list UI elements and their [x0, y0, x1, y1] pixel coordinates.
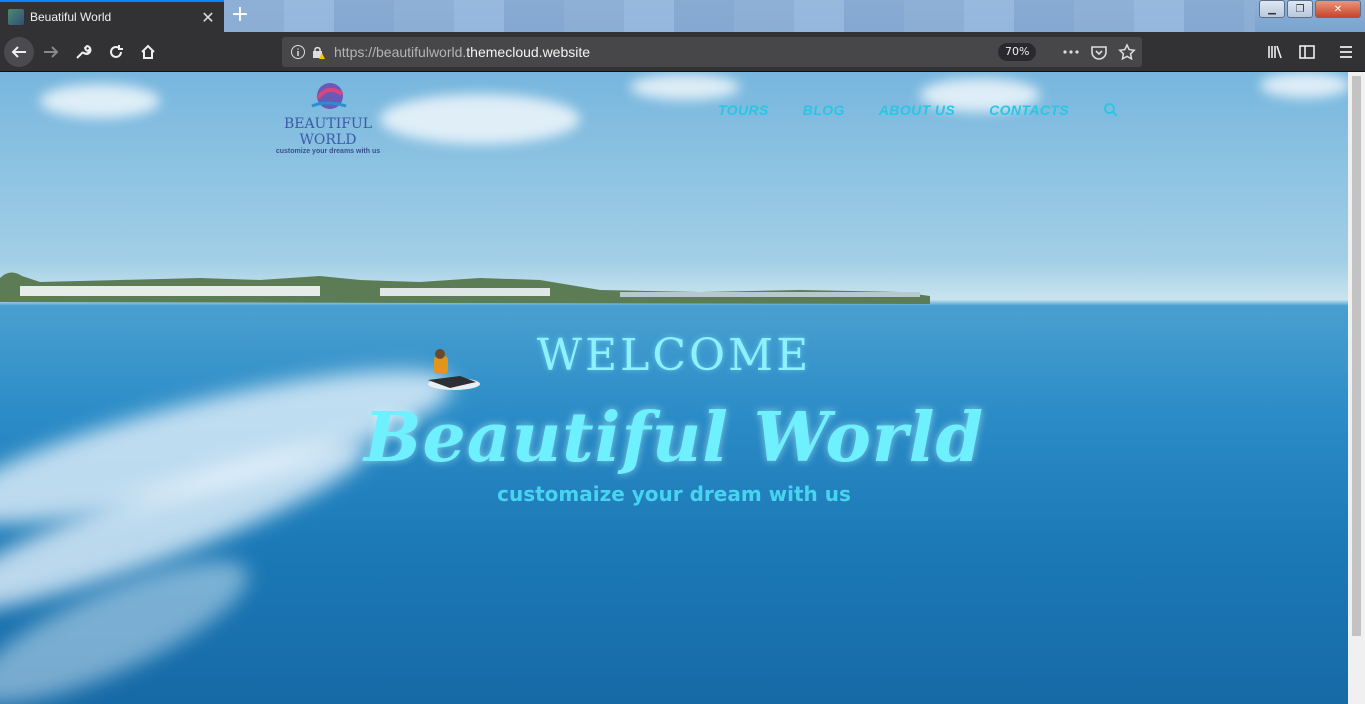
- menu-item-blog[interactable]: BLOG: [803, 102, 845, 118]
- restore-button[interactable]: ❐: [1287, 0, 1313, 18]
- search-icon[interactable]: [1103, 102, 1119, 118]
- back-icon: [11, 46, 26, 58]
- shoreline: [0, 272, 930, 304]
- tab-title: Beuatiful World: [30, 10, 112, 24]
- menu-button[interactable]: [1331, 37, 1361, 67]
- scrollbar-thumb[interactable]: [1352, 76, 1361, 636]
- favicon: [8, 9, 24, 25]
- home-button[interactable]: [133, 37, 163, 67]
- window-controls: ▁ ❐ ✕: [1259, 0, 1361, 18]
- main-menu: TOURS BLOG ABOUT US CONTACTS: [718, 102, 1119, 118]
- hero-section: BEAUTIFUL WORLD customize your dreams wi…: [0, 72, 1348, 704]
- nav-toolbar: https://beautifulworld.themecloud.websit…: [0, 32, 1365, 72]
- close-tab-icon[interactable]: ✕: [200, 8, 216, 27]
- active-tab[interactable]: Beuatiful World ✕: [0, 0, 224, 32]
- library-icon: [1268, 45, 1282, 59]
- reload-button[interactable]: [101, 37, 131, 67]
- globe-logo-icon: [311, 83, 347, 109]
- zoom-indicator[interactable]: 70%: [998, 43, 1037, 61]
- customize-button[interactable]: [68, 37, 98, 67]
- hero-tagline: customaize your dream with us: [497, 482, 851, 506]
- hamburger-icon: [1340, 46, 1352, 58]
- cloud: [380, 94, 580, 144]
- menu-item-about-us[interactable]: ABOUT US: [879, 102, 955, 118]
- wrench-icon: [76, 44, 92, 59]
- logo-name: BEAUTIFUL WORLD: [283, 116, 373, 148]
- library-button[interactable]: [1260, 37, 1290, 67]
- reload-icon: [110, 45, 123, 58]
- cloud: [1260, 72, 1348, 98]
- home-icon: [141, 44, 155, 59]
- hero-title: Beautiful World: [363, 398, 985, 478]
- url-text: https://beautifulworld.themecloud.websit…: [334, 44, 591, 60]
- forward-button[interactable]: [36, 37, 66, 67]
- menu-item-tours[interactable]: TOURS: [718, 102, 769, 118]
- logo-tagline: customize your dreams with us: [275, 148, 381, 155]
- cloud: [40, 84, 160, 118]
- info-icon[interactable]: [290, 44, 306, 60]
- page-scrollbar[interactable]: [1348, 72, 1365, 704]
- tab-strip: Beuatiful World ✕ + ▁ ❐ ✕: [0, 0, 1365, 32]
- background-tabs: [224, 0, 1255, 32]
- back-button[interactable]: [4, 37, 34, 67]
- hero-welcome: WELCOME: [536, 330, 812, 381]
- more-icon[interactable]: [1062, 43, 1080, 61]
- sidebar-icon: [1299, 45, 1315, 59]
- window-close-button[interactable]: ✕: [1315, 0, 1361, 18]
- menu-item-contacts[interactable]: CONTACTS: [989, 102, 1069, 118]
- new-tab-button[interactable]: +: [228, 4, 252, 28]
- site-logo[interactable]: BEAUTIFUL WORLD customize your dreams wi…: [258, 80, 398, 155]
- lock-warning-icon[interactable]: [310, 44, 326, 60]
- minimize-button[interactable]: ▁: [1259, 0, 1285, 18]
- cloud: [630, 74, 740, 100]
- sidebar-button[interactable]: [1292, 37, 1322, 67]
- address-bar[interactable]: https://beautifulworld.themecloud.websit…: [282, 37, 1142, 67]
- pocket-icon[interactable]: [1090, 43, 1108, 61]
- star-icon[interactable]: [1118, 43, 1136, 61]
- forward-icon: [44, 46, 59, 58]
